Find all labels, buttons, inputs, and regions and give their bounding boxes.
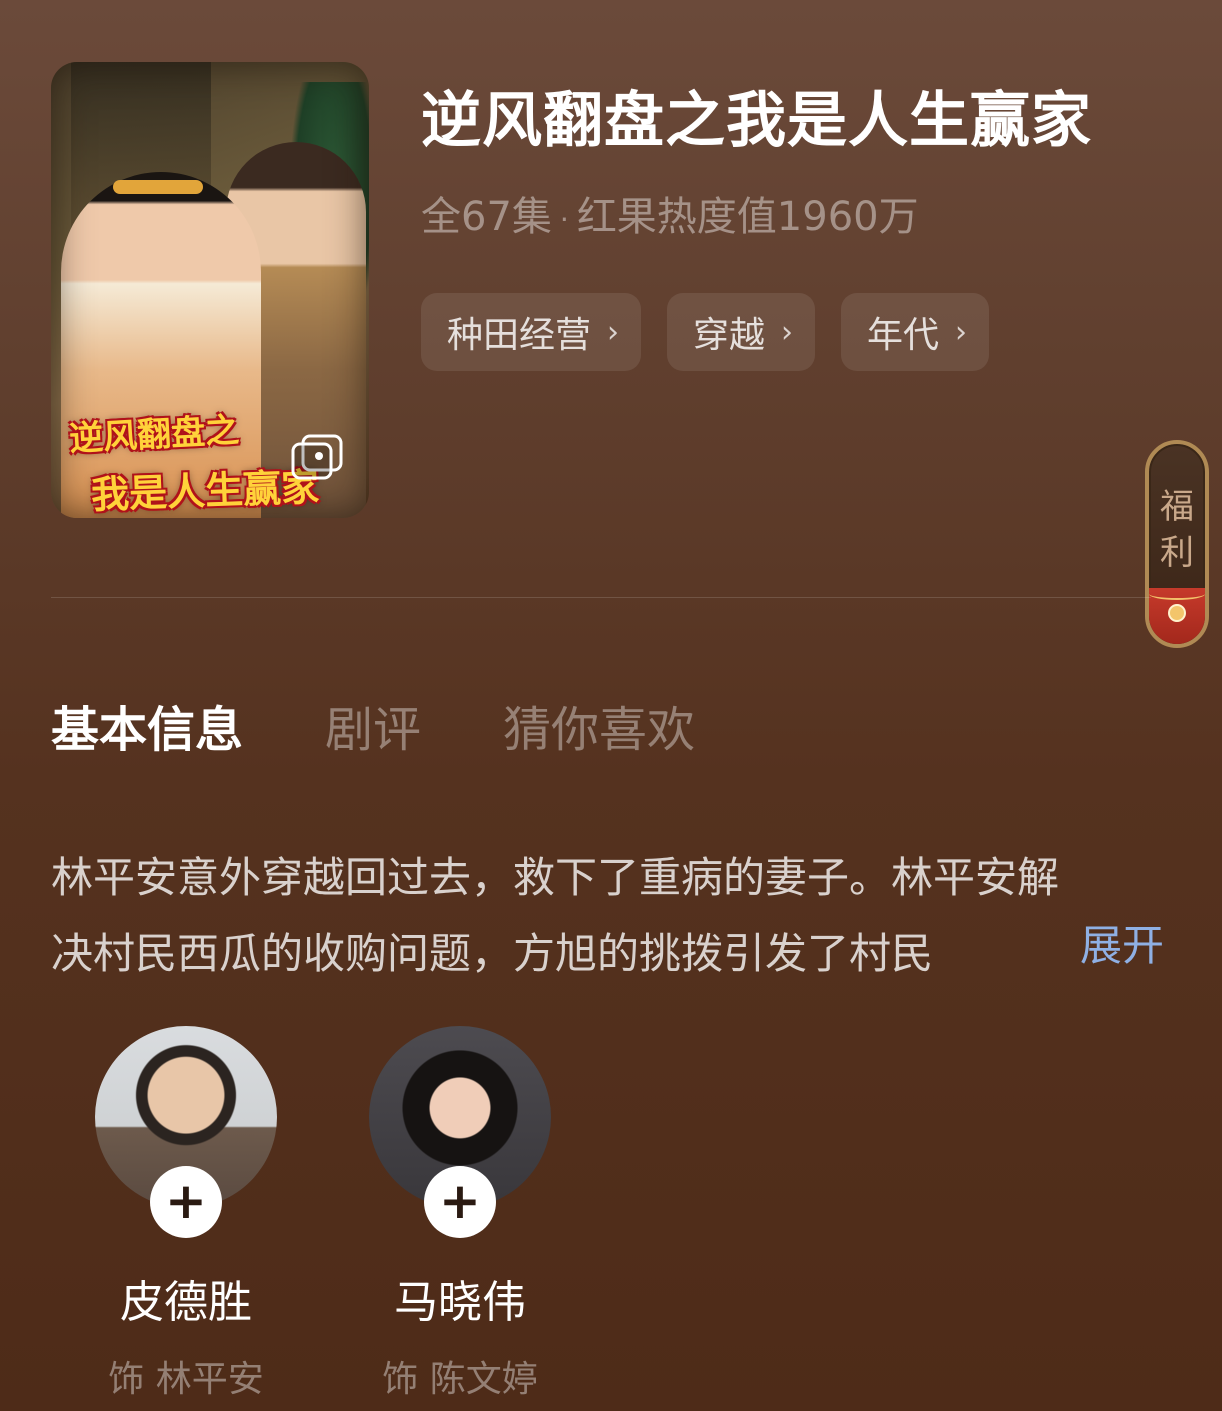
- actor-role: 饰 陈文婷: [382, 1359, 538, 1400]
- follow-button[interactable]: +: [424, 1166, 496, 1238]
- meta-separator: ·: [559, 202, 569, 236]
- tab-basic-info[interactable]: 基本信息: [51, 690, 243, 760]
- cast-member[interactable]: + 皮德胜 饰 林平安: [95, 1026, 277, 1402]
- cast-list: + 皮德胜 饰 林平安 + 马晓伟 饰 陈文婷: [95, 1026, 551, 1402]
- detail-tabs: 基本信息 剧评 猜你喜欢: [51, 690, 695, 760]
- genre-tags: 种田经营 › 穿越 › 年代 ›: [421, 293, 990, 371]
- synopsis: 林平安意外穿越回过去，救下了重病的妻子。林平安解 决村民西瓜的收购问题，方旭的挑…: [51, 840, 1171, 992]
- chevron-right-icon: ›: [955, 314, 968, 350]
- show-meta: 全67集 · 红果热度值1960万: [421, 184, 919, 242]
- poster-title-line2: 我是人生赢家: [90, 464, 320, 517]
- cast-member[interactable]: + 马晓伟 饰 陈文婷: [369, 1026, 551, 1402]
- episode-count: 全67集: [421, 194, 552, 240]
- tag-label: 种田经营: [447, 315, 592, 356]
- actor-name: 马晓伟: [394, 1277, 526, 1328]
- welfare-label: 福 利: [1160, 487, 1194, 573]
- welfare-button[interactable]: 福 利: [1145, 440, 1209, 648]
- show-title: 逆风翻盘之我是人生赢家: [421, 86, 1092, 156]
- follow-button[interactable]: +: [150, 1166, 222, 1238]
- actor-role: 饰 林平安: [108, 1359, 264, 1400]
- tag-label: 年代: [867, 315, 940, 356]
- poster-image[interactable]: 逆风翻盘之 我是人生赢家: [51, 62, 369, 518]
- tag-era[interactable]: 年代 ›: [841, 293, 990, 371]
- gallery-icon[interactable]: [291, 434, 343, 480]
- tab-recommendations[interactable]: 猜你喜欢: [503, 690, 695, 760]
- actor-name: 皮德胜: [120, 1277, 252, 1328]
- tag-farming[interactable]: 种田经营 ›: [421, 293, 642, 371]
- red-envelope-icon: [1149, 588, 1205, 644]
- synopsis-line: 决村民西瓜的收购问题，方旭的挑拨引发了村民: [51, 929, 934, 978]
- synopsis-line: 林平安意外穿越回过去，救下了重病的妻子。林平安解: [51, 853, 1060, 902]
- heat-value: 红果热度值1960万: [576, 194, 919, 240]
- tag-label: 穿越: [693, 315, 766, 356]
- chevron-right-icon: ›: [607, 314, 620, 350]
- tag-time-travel[interactable]: 穿越 ›: [667, 293, 816, 371]
- chevron-right-icon: ›: [781, 314, 794, 350]
- divider: [51, 597, 1151, 598]
- tab-reviews[interactable]: 剧评: [325, 690, 421, 760]
- expand-link[interactable]: 展开: [1080, 916, 1164, 976]
- poster-title-line1: 逆风翻盘之: [68, 410, 241, 460]
